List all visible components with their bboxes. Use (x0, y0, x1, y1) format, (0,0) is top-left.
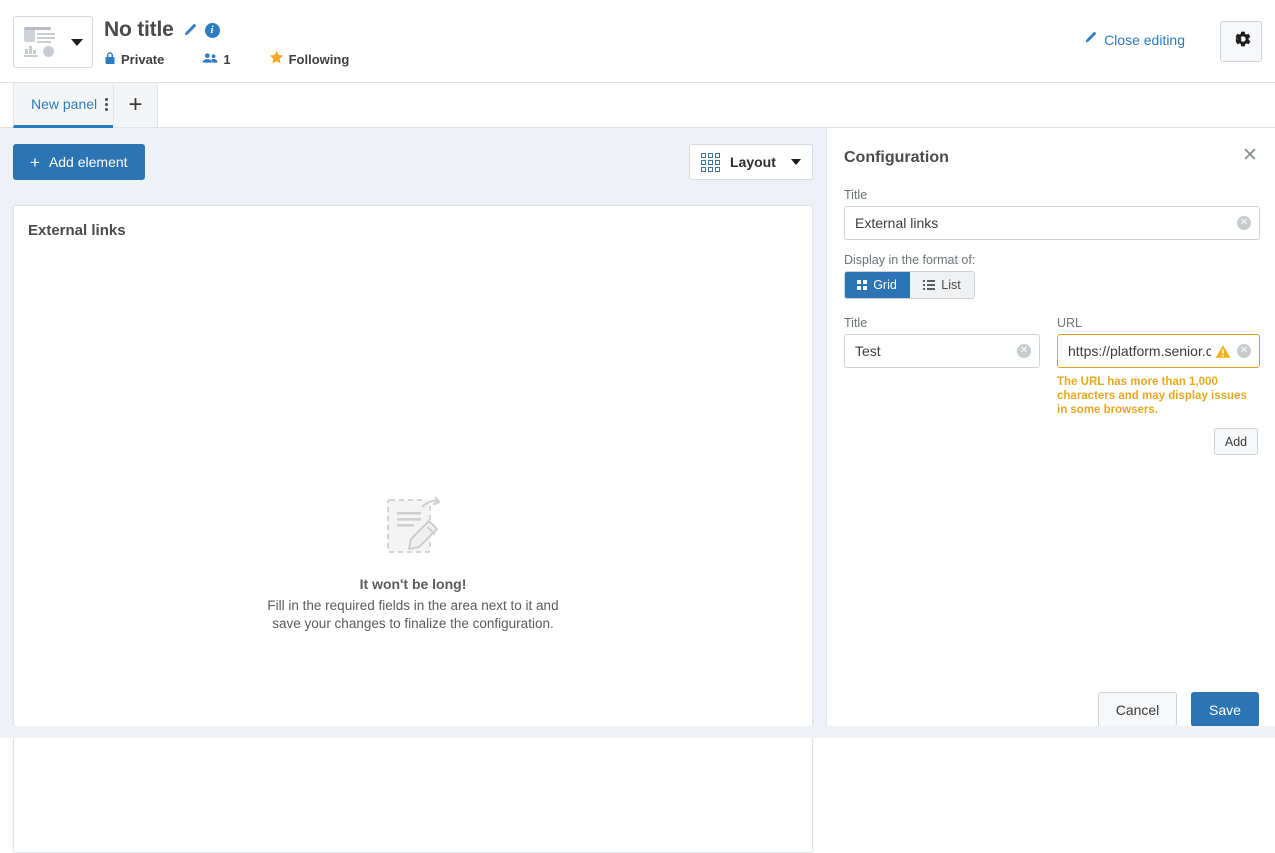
configuration-footer: Cancel Save (827, 692, 1275, 727)
grid-4-icon (857, 280, 867, 290)
configuration-heading: Configuration (844, 149, 949, 167)
cancel-label: Cancel (1116, 702, 1160, 718)
title-input[interactable]: External links ✕ (844, 206, 1260, 240)
tab-label: New panel (31, 96, 97, 112)
url-warning-message: The URL has more than 1,000 characters a… (1057, 375, 1260, 417)
settings-button[interactable] (1220, 21, 1262, 62)
format-option-list-label: List (941, 278, 960, 292)
configuration-panel: Configuration ✕ Title External links ✕ D… (826, 128, 1275, 738)
panel-card-title: External links (28, 222, 126, 239)
add-tab-button[interactable]: + (113, 83, 158, 128)
following-label: Following (289, 52, 350, 67)
caret-down-icon (791, 159, 801, 165)
info-icon[interactable]: i (205, 23, 220, 38)
chevron-down-icon (71, 39, 83, 46)
save-label: Save (1209, 702, 1241, 718)
close-editing-button[interactable]: Close editing (1083, 31, 1185, 48)
plus-icon: + (30, 154, 40, 171)
format-option-grid-label: Grid (873, 278, 897, 292)
add-link-label: Add (1225, 435, 1247, 449)
kebab-menu-icon[interactable] (105, 98, 108, 111)
pencil-icon[interactable] (182, 23, 197, 38)
visibility-label: Private (121, 52, 164, 67)
display-format-label: Display in the format of: (844, 253, 975, 267)
empty-state: It won't be long! Fill in the required f… (14, 496, 812, 633)
following-badge[interactable]: Following (269, 50, 350, 68)
dashboard-title-block: No title i Private 1 (104, 18, 349, 68)
close-editing-label: Close editing (1104, 32, 1185, 48)
link-title-input[interactable]: Test ✕ (844, 334, 1040, 368)
cancel-button[interactable]: Cancel (1098, 692, 1177, 727)
close-icon[interactable]: ✕ (1239, 144, 1261, 166)
empty-state-description-line2: save your changes to finalize the config… (14, 615, 812, 633)
app-header: No title i Private 1 (0, 0, 1275, 83)
bottom-strip (0, 726, 1275, 738)
dashboard-thumbnail-icon (24, 27, 66, 57)
link-url-label: URL (1057, 316, 1260, 330)
layout-label: Layout (730, 154, 776, 170)
dashboard-thumbnail-dropdown[interactable] (13, 16, 93, 68)
members-badge: 1 (202, 52, 230, 67)
link-title-field: Title Test ✕ (844, 316, 1040, 368)
clear-circle-icon[interactable]: ✕ (1237, 344, 1251, 358)
link-url-value: https://platform.senior.c (1068, 343, 1211, 359)
link-url-input[interactable]: https://platform.senior.c ✕ (1057, 334, 1260, 368)
link-title-value: Test (855, 343, 1011, 359)
save-button[interactable]: Save (1191, 692, 1259, 727)
format-option-list[interactable]: List (910, 272, 974, 298)
empty-state-title: It won't be long! (14, 576, 812, 592)
members-count: 1 (223, 52, 230, 67)
panel-card: External links It won't be long! Fill in… (13, 205, 813, 853)
list-icon (923, 280, 935, 290)
pencil-icon (1083, 31, 1097, 48)
panel-tab-bar: New panel + (0, 83, 1275, 128)
layout-dropdown[interactable]: Layout (689, 144, 813, 180)
empty-state-description-line1: Fill in the required fields in the area … (14, 597, 812, 615)
people-icon (202, 52, 218, 67)
panel-toolbar: + Add element Layout (0, 128, 826, 195)
tab-new-panel[interactable]: New panel (13, 83, 123, 128)
add-element-button[interactable]: + Add element (13, 144, 145, 180)
lock-icon (104, 51, 116, 68)
grid-9-icon (701, 153, 720, 172)
format-option-grid[interactable]: Grid (845, 272, 910, 298)
visibility-badge: Private (104, 51, 164, 68)
add-link-button[interactable]: Add (1214, 428, 1258, 455)
star-icon (269, 50, 284, 68)
title-input-value: External links (855, 215, 1231, 231)
title-field-label: Title (844, 188, 1260, 202)
configuration-title-field: Title External links ✕ (844, 188, 1260, 240)
document-edit-dashed-icon (382, 496, 444, 558)
format-toggle: Grid List (844, 271, 975, 299)
link-title-label: Title (844, 316, 1040, 330)
display-format-group: Display in the format of: Grid List (844, 253, 975, 299)
plus-icon: + (128, 91, 142, 119)
clear-circle-icon[interactable]: ✕ (1237, 216, 1251, 230)
warning-triangle-icon (1215, 344, 1231, 359)
clear-circle-icon[interactable]: ✕ (1017, 344, 1031, 358)
gear-icon (1230, 30, 1252, 53)
add-element-label: Add element (49, 154, 128, 170)
page-title: No title (104, 18, 174, 42)
workspace: + Add element Layout External links (0, 128, 826, 738)
link-url-field: URL https://platform.senior.c ✕ The URL … (1057, 316, 1260, 417)
